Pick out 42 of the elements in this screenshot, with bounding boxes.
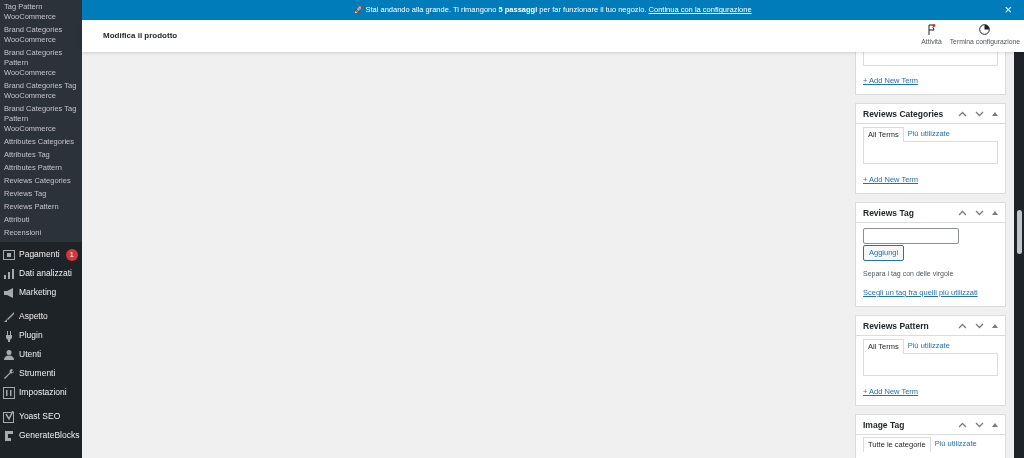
count-badge: 1 [65, 248, 78, 261]
box-title: Image Tag [863, 419, 905, 430]
menu-item[interactable]: Impostazioni [0, 383, 82, 402]
tag-input[interactable] [863, 228, 959, 244]
chevron-up-icon[interactable] [958, 209, 967, 216]
box-title: Reviews Categories [863, 108, 944, 119]
banknote-icon [3, 248, 15, 261]
close-button[interactable]: × [1004, 0, 1012, 20]
menu-item[interactable]: Marketing [0, 283, 82, 302]
brush-icon [3, 310, 15, 323]
chevron-down-icon[interactable] [975, 322, 984, 329]
chevron-up-icon[interactable] [958, 110, 967, 117]
chevron-up-icon[interactable] [958, 421, 967, 428]
collapse-triangle-icon[interactable] [992, 210, 998, 215]
menu-item[interactable]: Strumenti [0, 364, 82, 383]
menu-item[interactable]: GenerateBlocks [0, 426, 82, 445]
menu-item[interactable]: Yoast SEO [0, 407, 82, 426]
chevron-up-icon[interactable] [958, 322, 967, 329]
bar-chart-icon [3, 267, 15, 280]
wrench-icon [3, 367, 15, 380]
menu-item[interactable]: Dati analizzati [0, 264, 82, 283]
box-title: Reviews Pattern [863, 320, 929, 331]
page-title: Modifica il prodotto [103, 30, 178, 42]
blocks-logo-icon [3, 429, 15, 442]
menu-item[interactable]: Pagamenti 1 [0, 245, 82, 264]
plug-icon [3, 329, 15, 342]
menu-item[interactable]: Plugin [0, 326, 82, 345]
collapse-triangle-icon[interactable] [992, 422, 998, 427]
megaphone-icon [3, 286, 15, 299]
menu-item[interactable]: Aspetto [0, 307, 82, 326]
menu-item[interactable]: Utenti [0, 345, 82, 364]
progress-circle-icon [979, 24, 991, 36]
collapse-triangle-icon[interactable] [992, 111, 998, 116]
collapse-triangle-icon[interactable] [992, 323, 998, 328]
box-title: Reviews Tag [863, 207, 914, 218]
flag-icon [926, 24, 937, 36]
user-icon [3, 348, 15, 361]
chevron-down-icon[interactable] [975, 110, 984, 117]
y-logo-icon [3, 410, 15, 423]
chevron-down-icon[interactable] [975, 209, 984, 216]
chevron-down-icon[interactable] [975, 421, 984, 428]
settings-icon [3, 386, 15, 399]
